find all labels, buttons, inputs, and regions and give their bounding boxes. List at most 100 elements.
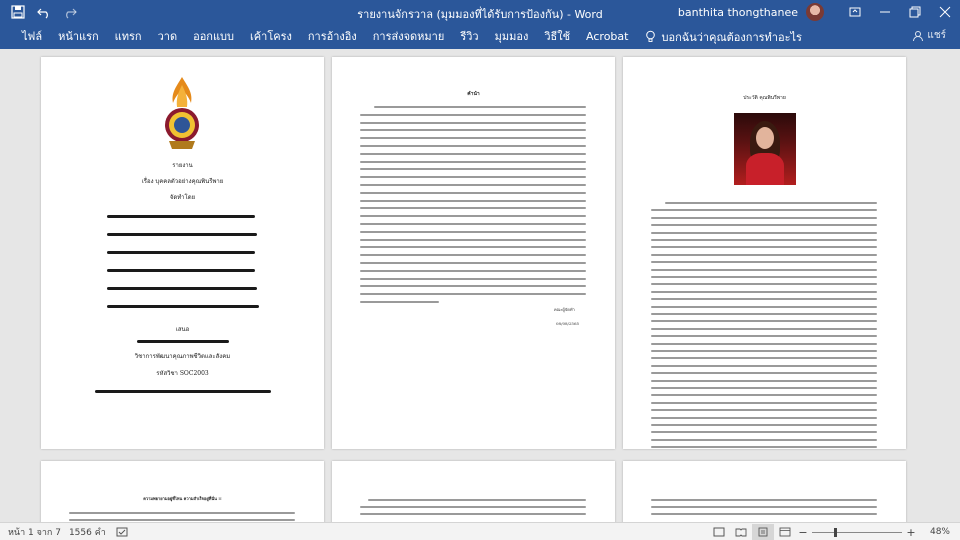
text-line bbox=[360, 207, 586, 210]
preface-heading: คำนำ bbox=[467, 91, 480, 97]
quick-access-toolbar bbox=[0, 0, 82, 24]
cover-subject: เรื่อง บุคคลตัวอย่างคุณพินรีพาย bbox=[141, 178, 224, 185]
text-line bbox=[651, 276, 877, 278]
text-line bbox=[651, 231, 877, 234]
redacted-member-6 bbox=[107, 305, 259, 308]
text-line bbox=[360, 230, 586, 233]
tab-references[interactable]: การอ้างอิง bbox=[300, 24, 365, 49]
close-button[interactable] bbox=[930, 0, 960, 24]
tab-layout[interactable]: เค้าโครง bbox=[242, 24, 300, 49]
text-line bbox=[651, 387, 877, 389]
text-line bbox=[360, 285, 586, 288]
text-line bbox=[360, 215, 586, 218]
text-line bbox=[360, 113, 586, 116]
save-button[interactable] bbox=[6, 1, 30, 23]
focus-button[interactable] bbox=[708, 524, 730, 540]
read-mode-icon bbox=[735, 528, 747, 537]
page-history[interactable]: ประวัติ คุณพินรีพาย bbox=[623, 57, 906, 449]
share-button[interactable]: แชร์ bbox=[912, 28, 946, 43]
page-5[interactable] bbox=[332, 461, 615, 522]
text-line bbox=[651, 438, 877, 441]
text-line bbox=[360, 199, 586, 202]
redacted-member-4 bbox=[107, 269, 255, 272]
title-bar: รายงานจักรวาล (มุมมองที่ได้รับการป้องกัน… bbox=[0, 0, 960, 24]
ribbon-display-button[interactable] bbox=[840, 0, 870, 24]
document-canvas[interactable]: รายงาน เรื่อง บุคคลตัวอย่างคุณพินรีพาย จ… bbox=[0, 49, 960, 522]
text-line bbox=[651, 261, 877, 264]
zoom-slider-thumb[interactable] bbox=[833, 527, 837, 537]
text-line bbox=[360, 293, 586, 296]
word-save-icon bbox=[11, 5, 25, 19]
web-layout-button[interactable] bbox=[774, 524, 796, 540]
read-mode-button[interactable] bbox=[730, 524, 752, 540]
cover-prepared-by: จัดทำโดย bbox=[169, 194, 196, 201]
tell-me-search[interactable]: บอกฉันว่าคุณต้องการทำอะไร bbox=[644, 28, 802, 46]
minimize-button[interactable] bbox=[870, 0, 900, 24]
tab-help[interactable]: วิธีใช้ bbox=[536, 24, 578, 49]
text-line bbox=[651, 416, 877, 419]
proofing-icon[interactable] bbox=[116, 527, 128, 537]
text-line bbox=[360, 223, 586, 225]
tab-draw[interactable]: วาด bbox=[150, 24, 186, 49]
undo-button[interactable] bbox=[32, 1, 56, 23]
zoom-out-button[interactable]: − bbox=[796, 526, 810, 539]
text-line bbox=[651, 216, 877, 219]
text-line bbox=[651, 357, 877, 360]
web-layout-icon bbox=[779, 527, 791, 537]
redo-button[interactable] bbox=[58, 1, 82, 23]
zoom-level[interactable]: 48% bbox=[930, 527, 950, 537]
cover-report-title: รายงาน bbox=[172, 162, 193, 169]
preface-date: 08/08/2565 bbox=[556, 321, 580, 326]
text-line bbox=[651, 253, 877, 256]
tab-acrobat[interactable]: Acrobat bbox=[578, 24, 636, 49]
text-line bbox=[651, 283, 877, 286]
status-bar: หน้า 1 จาก 7 1556 คำ − + 48% bbox=[0, 522, 960, 540]
tab-insert[interactable]: แทรก bbox=[107, 24, 150, 49]
tab-review[interactable]: รีวิว bbox=[452, 24, 486, 49]
redacted-member-3 bbox=[107, 251, 255, 254]
text-line bbox=[651, 320, 877, 323]
avatar[interactable] bbox=[806, 3, 824, 21]
text-line bbox=[360, 246, 586, 249]
university-seal-logo bbox=[165, 77, 199, 149]
ribbon-display-icon bbox=[849, 7, 861, 17]
text-line bbox=[360, 152, 586, 155]
cover-present: เสนอ bbox=[175, 326, 190, 333]
share-label: แชร์ bbox=[927, 30, 946, 41]
word-count[interactable]: 1556 คำ bbox=[69, 525, 106, 539]
text-line bbox=[360, 121, 586, 124]
text-line bbox=[651, 313, 877, 315]
text-line bbox=[360, 184, 586, 186]
preface-signature: คณะผู้จัดทำ bbox=[554, 307, 575, 312]
user-name[interactable]: banthita thongthanee bbox=[678, 6, 798, 19]
tab-file[interactable]: ไฟล์ bbox=[14, 24, 50, 49]
print-layout-button[interactable] bbox=[751, 524, 774, 540]
tab-mailings[interactable]: การส่งจดหมาย bbox=[365, 24, 453, 49]
page-4[interactable]: ความพยายามอยู่ที่ไหน ความสำเร็จอยู่ที่นั… bbox=[41, 461, 324, 522]
redacted-member-2 bbox=[107, 233, 257, 236]
text-line bbox=[360, 301, 439, 303]
story-heading: ความพยายามอยู่ที่ไหน ความสำเร็จอยู่ที่นั… bbox=[143, 496, 222, 501]
text-line bbox=[651, 350, 877, 352]
text-line bbox=[360, 176, 586, 179]
tab-home[interactable]: หน้าแรก bbox=[50, 24, 107, 49]
tab-view[interactable]: มุมมอง bbox=[487, 24, 537, 49]
restore-button[interactable] bbox=[900, 0, 930, 24]
text-line bbox=[651, 446, 877, 449]
page-cover[interactable]: รายงาน เรื่อง บุคคลตัวอย่างคุณพินรีพาย จ… bbox=[41, 57, 324, 449]
text-line bbox=[374, 106, 586, 108]
text-line bbox=[651, 239, 877, 241]
focus-icon bbox=[713, 527, 725, 537]
redacted-teacher bbox=[137, 340, 229, 343]
page-count[interactable]: หน้า 1 จาก 7 bbox=[8, 525, 61, 539]
page-6[interactable] bbox=[623, 461, 906, 522]
redacted-institution bbox=[95, 390, 271, 393]
redo-icon bbox=[66, 8, 77, 19]
zoom-slider[interactable] bbox=[811, 527, 902, 537]
share-user-icon bbox=[913, 30, 924, 41]
text-line bbox=[651, 372, 877, 375]
page-preface[interactable]: คำนำ คณะผู้จัดทำ 08/08/2565 bbox=[332, 57, 615, 449]
tab-design[interactable]: ออกแบบ bbox=[185, 24, 242, 49]
text-line bbox=[651, 305, 877, 308]
zoom-in-button[interactable]: + bbox=[904, 526, 918, 539]
